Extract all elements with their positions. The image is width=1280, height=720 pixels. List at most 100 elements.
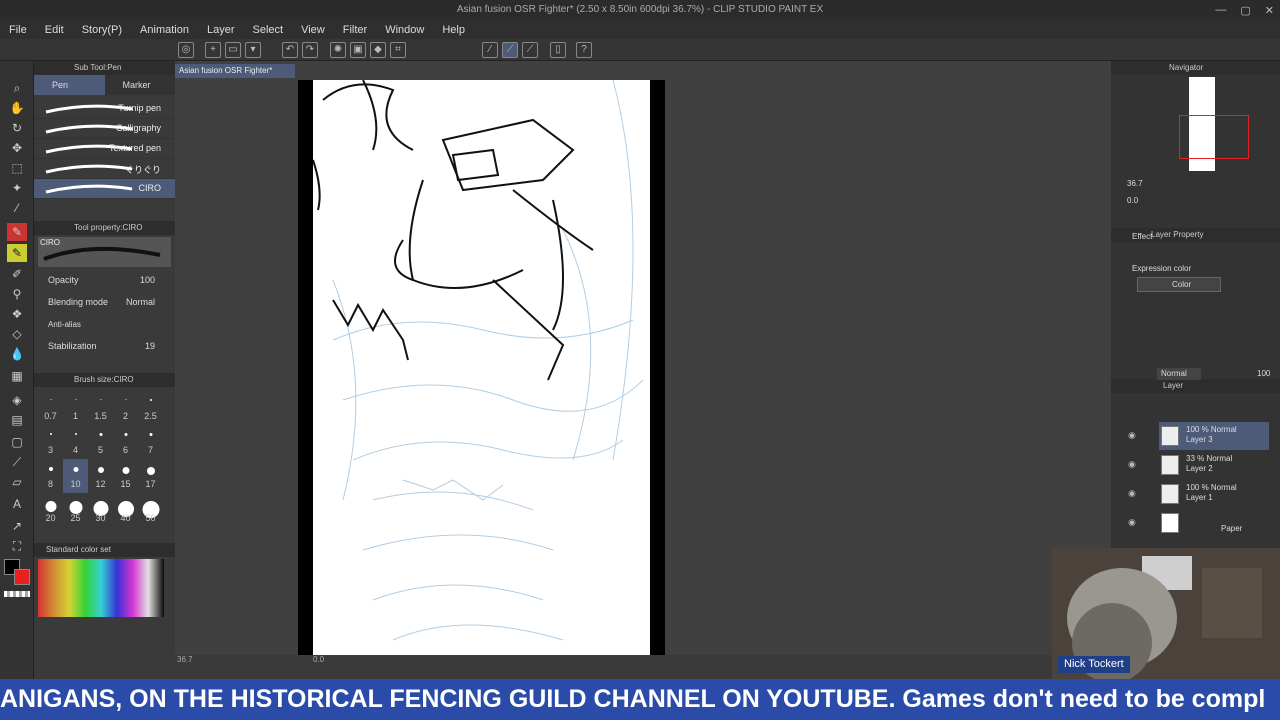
airbrush-icon[interactable]: ⚲ xyxy=(7,285,27,303)
layer-opacity-value[interactable]: 100 xyxy=(1257,369,1270,378)
magic-wand-icon[interactable]: ✦ xyxy=(7,179,27,197)
color-set-swatches[interactable] xyxy=(38,559,164,617)
size-cell[interactable]: 0.7 xyxy=(38,391,63,425)
opacity-row[interactable]: Opacity 100 xyxy=(34,269,175,291)
brush-item-selected[interactable]: CIRO xyxy=(34,179,175,199)
move-tool-icon[interactable]: ✥ xyxy=(7,139,27,157)
open-folder-icon[interactable]: ▭ xyxy=(225,42,241,58)
brush-item[interactable]: ぐりぐり xyxy=(34,159,175,179)
stabilization-row[interactable]: Stabilization 19 xyxy=(34,335,175,357)
menu-file[interactable]: File xyxy=(0,24,36,36)
size-cell[interactable]: 6 xyxy=(113,425,138,459)
layer-row[interactable]: 100 % Normal Layer 1 xyxy=(1159,480,1269,508)
redo-icon[interactable]: ↷ xyxy=(302,42,318,58)
crop-icon[interactable]: ⌗ xyxy=(390,42,406,58)
tab-pen[interactable]: Pen xyxy=(34,75,105,95)
size-cell[interactable]: 2.5 xyxy=(138,391,163,425)
size-cell[interactable]: 25 xyxy=(63,493,88,527)
pencil-tool-icon[interactable]: ✎ xyxy=(7,244,27,262)
menu-select[interactable]: Select xyxy=(244,24,293,36)
menu-layer[interactable]: Layer xyxy=(198,24,244,36)
menu-help[interactable]: Help xyxy=(433,24,474,36)
zoom-tool-icon[interactable]: ⌕ xyxy=(7,79,27,97)
canvas-angle-value[interactable]: 0.0 xyxy=(313,655,324,664)
ruler-snap-icon[interactable]: ⟋ xyxy=(502,42,518,58)
phone-icon[interactable]: ▯ xyxy=(550,42,566,58)
size-cell[interactable]: 7 xyxy=(138,425,163,459)
color-set-label[interactable]: Standard color set xyxy=(46,545,111,554)
object-tool-icon[interactable]: ⛶ xyxy=(7,537,27,555)
menu-filter[interactable]: Filter xyxy=(334,24,376,36)
menu-story[interactable]: Story(P) xyxy=(73,24,131,36)
fill-icon[interactable]: ▣ xyxy=(350,42,366,58)
brush-tool-icon[interactable]: ✐ xyxy=(7,265,27,283)
canvas-zoom-value[interactable]: 36.7 xyxy=(177,655,193,664)
clip-studio-icon[interactable]: ◎ xyxy=(178,42,194,58)
pen-tool-icon[interactable]: ✎ xyxy=(7,223,27,241)
blend-tool-icon[interactable]: 💧 xyxy=(7,345,27,363)
eye-icon[interactable]: ◉ xyxy=(1128,459,1136,470)
eraser-icon[interactable]: ◇ xyxy=(7,325,27,343)
layer-blend-select[interactable]: Normal xyxy=(1157,368,1201,380)
brush-item[interactable]: Calligraphy xyxy=(34,119,175,139)
size-cell-selected[interactable]: 10 xyxy=(63,459,88,493)
maximize-button[interactable]: ▢ xyxy=(1240,4,1250,17)
size-cell[interactable]: 5 xyxy=(88,425,113,459)
tab-marker[interactable]: Marker xyxy=(105,75,176,95)
stabilization-value[interactable]: 19 xyxy=(145,335,155,357)
canvas-page[interactable] xyxy=(313,80,650,655)
menu-animation[interactable]: Animation xyxy=(131,24,198,36)
sub-color-swatch[interactable] xyxy=(14,569,30,585)
fill-tool-icon[interactable]: ◈ xyxy=(7,391,27,409)
text-tool-icon[interactable]: A xyxy=(7,495,27,513)
eye-icon[interactable]: ◉ xyxy=(1128,430,1136,441)
balloon-icon[interactable]: ▱ xyxy=(7,473,27,491)
menu-edit[interactable]: Edit xyxy=(36,24,73,36)
save-icon[interactable]: ▾ xyxy=(245,42,261,58)
selection-tool-icon[interactable]: ⬚ xyxy=(7,159,27,177)
undo-icon[interactable]: ↶ xyxy=(282,42,298,58)
navigator-zoom[interactable]: 36.7 xyxy=(1127,179,1143,188)
size-cell[interactable]: 12 xyxy=(88,459,113,493)
help-icon[interactable]: ? xyxy=(576,42,592,58)
menu-window[interactable]: Window xyxy=(376,24,433,36)
antialias-row[interactable]: Anti-alias xyxy=(34,313,175,335)
frame-icon[interactable]: ▢ xyxy=(7,433,27,451)
transform-icon[interactable]: ◆ xyxy=(370,42,386,58)
size-cell[interactable]: 17 xyxy=(138,459,163,493)
size-cell[interactable]: 1.5 xyxy=(88,391,113,425)
menu-view[interactable]: View xyxy=(292,24,334,36)
blending-mode-row[interactable]: Blending mode Normal xyxy=(34,291,175,313)
figure-tool-icon[interactable]: ▦ xyxy=(7,367,27,385)
decoration-icon[interactable]: ❖ xyxy=(7,305,27,323)
size-cell[interactable]: 4 xyxy=(63,425,88,459)
layer-row-paper[interactable]: Paper xyxy=(1159,509,1269,537)
ruler-icon[interactable]: ⟋ xyxy=(522,42,538,58)
gradient-icon[interactable]: ▤ xyxy=(7,411,27,429)
size-cell[interactable]: 20 xyxy=(38,493,63,527)
new-file-icon[interactable]: + xyxy=(205,42,221,58)
minimize-button[interactable]: — xyxy=(1215,4,1226,16)
rotate-tool-icon[interactable]: ↻ xyxy=(7,119,27,137)
layer-row-selected[interactable]: 100 % Normal Layer 3 xyxy=(1159,422,1269,450)
pen-mode-icon[interactable]: ⁄ xyxy=(482,42,498,58)
eye-icon[interactable]: ◉ xyxy=(1128,488,1136,499)
expression-color-select[interactable]: Color xyxy=(1137,277,1221,292)
brush-item[interactable]: Turnip pen xyxy=(34,99,175,119)
size-cell[interactable]: 3 xyxy=(38,425,63,459)
brush-item[interactable]: Textured pen xyxy=(34,139,175,159)
opacity-value[interactable]: 100 xyxy=(140,269,155,291)
document-tab[interactable]: Asian fusion OSR Fighter* xyxy=(175,64,295,78)
eye-icon[interactable]: ◉ xyxy=(1128,517,1136,528)
navigator-angle[interactable]: 0.0 xyxy=(1127,196,1138,205)
blending-mode-value[interactable]: Normal xyxy=(126,291,155,313)
navigator-view-rect[interactable] xyxy=(1179,115,1249,159)
size-cell[interactable]: 8 xyxy=(38,459,63,493)
eyedropper-icon[interactable]: ⁄ xyxy=(7,199,27,217)
close-button[interactable]: ✕ xyxy=(1265,4,1274,17)
size-cell[interactable]: 1 xyxy=(63,391,88,425)
size-cell[interactable]: 40 xyxy=(113,493,138,527)
ruler-tool-icon[interactable]: ⟋ xyxy=(7,453,27,471)
transparent-color-swatch[interactable] xyxy=(4,591,30,597)
size-cell[interactable]: 15 xyxy=(113,459,138,493)
